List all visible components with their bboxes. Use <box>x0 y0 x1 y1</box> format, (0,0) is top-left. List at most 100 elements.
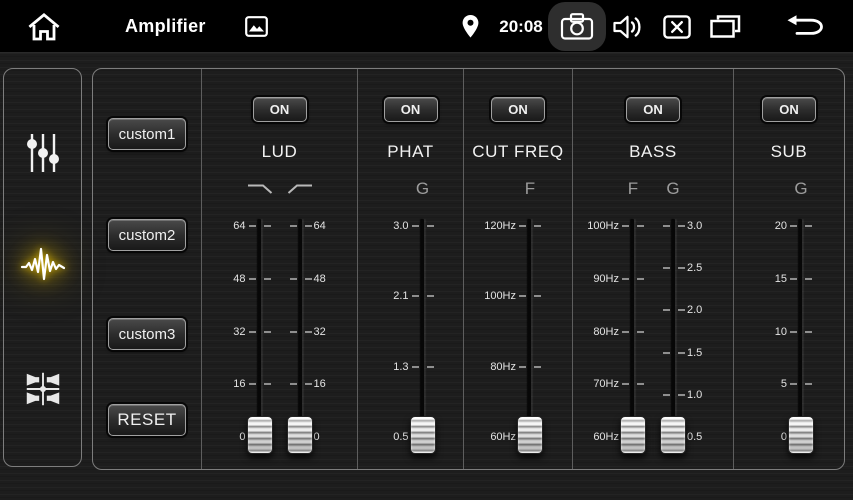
scale-row: 20 <box>745 220 821 232</box>
scale-label: 1.3 <box>367 361 409 373</box>
scale-label: 90Hz <box>577 273 619 285</box>
scale-label: 60Hz <box>474 431 516 443</box>
clock: 20:08 <box>496 0 546 53</box>
tick-mark <box>264 225 271 227</box>
tick-mark <box>805 383 812 385</box>
slider-thumb[interactable] <box>620 416 646 454</box>
speaker-balance-icon[interactable] <box>22 368 64 410</box>
tick-mark <box>249 383 256 385</box>
slider-header: G <box>367 171 443 207</box>
slider-scale-area: 120Hz 100Hz 80Hz 60Hz <box>474 207 550 457</box>
waveform-icon[interactable] <box>20 244 66 284</box>
on-button[interactable]: ON <box>253 97 307 122</box>
lowpass-curve-icon <box>246 182 274 196</box>
on-button[interactable]: ON <box>384 97 438 122</box>
amplifier-screen: Amplifier 20:08 <box>0 0 853 500</box>
slider-thumb[interactable] <box>788 416 814 454</box>
tick-mark <box>264 383 271 385</box>
preset-column: custom1 custom2 custom3 RESET <box>93 69 201 469</box>
scale-row: 100Hz <box>577 220 653 232</box>
tick-mark <box>305 331 312 333</box>
column-title: SUB <box>771 141 808 163</box>
close-app-icon[interactable] <box>661 0 693 53</box>
scale-label: 100Hz <box>577 220 619 232</box>
home-icon[interactable] <box>24 0 64 53</box>
tick-mark <box>805 278 812 280</box>
tick-mark <box>534 225 541 227</box>
sliders-row: G 20 15 10 5 0 <box>751 171 827 457</box>
scale-label: 80Hz <box>577 326 619 338</box>
camera-icon[interactable] <box>548 2 606 51</box>
tick-mark <box>519 366 526 368</box>
location-pin-icon[interactable] <box>458 0 482 53</box>
scale-label: 32 <box>204 326 246 338</box>
slider-header-label <box>246 171 274 207</box>
on-button[interactable]: ON <box>626 97 680 122</box>
tick-mark <box>637 383 644 385</box>
slider-sub-g: G 20 15 10 5 0 <box>745 171 821 457</box>
preset-button-custom2[interactable]: custom2 <box>108 219 186 251</box>
tick-mark <box>790 225 797 227</box>
highpass-curve-icon <box>286 182 314 196</box>
amplifier-panel: custom1custom2custom3RESET ON LUD 64 48 … <box>92 68 845 470</box>
on-button[interactable]: ON <box>762 97 816 122</box>
slider-thumb[interactable] <box>247 416 273 454</box>
tick-mark <box>412 366 419 368</box>
preset-button-custom3[interactable]: custom3 <box>108 318 186 350</box>
scale-row: 1.5 <box>653 347 729 359</box>
slider-thumb[interactable] <box>660 416 686 454</box>
scale-label: 3.0 <box>367 220 409 232</box>
scale-row: 64 <box>204 220 280 232</box>
scale-label: 100Hz <box>474 290 516 302</box>
scale-label: 0.5 <box>367 431 409 443</box>
scale-row: 5 <box>745 378 821 390</box>
gallery-icon[interactable] <box>243 0 269 53</box>
slider-scale-area: 64 48 32 16 0 <box>204 207 280 457</box>
scale-row: 16 <box>204 378 280 390</box>
scale-row: 16 <box>280 378 356 390</box>
scale-row: 10 <box>745 326 821 338</box>
scale-row: 2.0 <box>653 304 729 316</box>
slider-header-label <box>286 171 314 207</box>
tick-mark <box>805 331 812 333</box>
tick-mark <box>622 383 629 385</box>
tick-mark <box>427 366 434 368</box>
tick-mark <box>519 295 526 297</box>
slider-thumb[interactable] <box>517 416 543 454</box>
slider-thumb[interactable] <box>410 416 436 454</box>
slider-lud: 64 48 32 16 0 <box>204 171 280 457</box>
scale-label: 120Hz <box>474 220 516 232</box>
scale-row: 70Hz <box>577 378 653 390</box>
slider-scale-area: 64 48 32 16 0 <box>280 207 356 457</box>
scale-row: 32 <box>204 326 280 338</box>
preset-button-custom1[interactable]: custom1 <box>108 118 186 150</box>
scale-label: 64 <box>204 220 246 232</box>
scale-row: 15 <box>745 273 821 285</box>
scale-row: 80Hz <box>577 326 653 338</box>
tick-mark <box>290 278 297 280</box>
slider-thumb[interactable] <box>287 416 313 454</box>
tick-mark <box>663 225 670 227</box>
slider-header: G <box>653 171 729 207</box>
back-icon[interactable] <box>783 0 825 53</box>
eq-column-sub: ON SUB G 20 15 10 5 0 <box>733 69 844 469</box>
preset-button-reset[interactable]: RESET <box>108 404 186 436</box>
tick-mark <box>790 278 797 280</box>
scale-row: 48 <box>280 273 356 285</box>
scale-label: 48 <box>204 273 246 285</box>
volume-icon[interactable] <box>610 0 644 53</box>
slider-bass-g: G 3.0 2.5 2.0 1.5 1.0 0.5 <box>653 171 729 457</box>
tick-mark <box>663 267 670 269</box>
scale-row: 1.0 <box>653 389 729 401</box>
recent-apps-icon[interactable] <box>707 0 743 53</box>
sliders-row: F 100Hz 90Hz 80Hz 70Hz 60Hz G 3.0 <box>577 171 729 457</box>
tick-mark <box>678 394 685 396</box>
tick-mark <box>534 295 541 297</box>
tick-mark <box>622 278 629 280</box>
slider-header: F <box>474 171 550 207</box>
tick-mark <box>678 267 685 269</box>
column-title: BASS <box>629 141 677 163</box>
on-button[interactable]: ON <box>491 97 545 122</box>
equalizer-sliders-icon[interactable] <box>24 132 62 174</box>
sliders-row: F 120Hz 100Hz 80Hz 60Hz <box>480 171 556 457</box>
